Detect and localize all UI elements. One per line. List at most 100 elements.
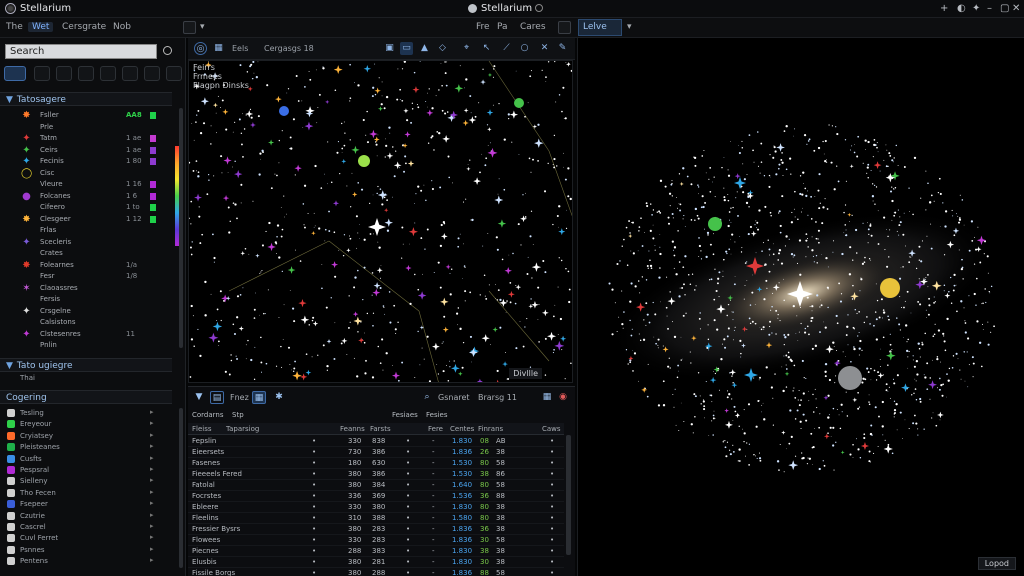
table-row[interactable]: Flowees • 330 283 • -1.836 30 58 • — [188, 535, 564, 546]
list-item[interactable]: Vleure 1 16 — [0, 179, 172, 190]
list-item[interactable]: Fersis — [0, 294, 172, 305]
list-item[interactable]: ✦ Crsgelne — [0, 306, 172, 317]
collapse-icon[interactable]: ▼ — [6, 95, 13, 105]
table-row[interactable]: Focrstes • 336 369 • -1.536 36 88 • — [188, 491, 564, 502]
telescope-icon[interactable]: ⌖ — [460, 42, 473, 55]
table-row[interactable]: Ebleere • 330 380 • -1.830 80 38 • — [188, 502, 564, 513]
list-item[interactable]: Thai — [0, 372, 170, 384]
list-item[interactable]: Cusfts ▸ — [0, 453, 170, 465]
column-header[interactable]: Centes — [450, 425, 474, 433]
list-item[interactable]: Calsistons — [0, 317, 172, 328]
table-row[interactable]: Fieeeels Fered • 380 386 • -1.530 38 86 • — [188, 469, 564, 480]
collapse-icon[interactable]: ▼ — [6, 361, 13, 371]
list-item[interactable]: ✶ Claoassres — [0, 283, 172, 294]
table-row[interactable]: Fleelins • 310 388 • -1.580 80 38 • — [188, 513, 564, 524]
table-row[interactable]: Piecnes • 288 383 • -1.830 38 38 • — [188, 546, 564, 557]
sky-status[interactable]: Divllle — [509, 368, 542, 379]
list-item[interactable]: ● Folcanes 1 6 — [0, 191, 172, 202]
view-tab[interactable]: Lelve — [578, 19, 622, 36]
settings-icon[interactable] — [535, 4, 543, 12]
target-icon[interactable]: ◇ — [436, 42, 449, 55]
measure-icon[interactable]: ⟋ — [500, 42, 513, 55]
color-swatch[interactable] — [150, 204, 156, 211]
galaxy-view[interactable]: Lopod — [577, 38, 1024, 576]
list-item[interactable]: Fesr 1/8 — [0, 271, 172, 282]
chevron-right-icon[interactable]: ▸ — [150, 545, 154, 553]
chevron-right-icon[interactable]: ▸ — [150, 454, 154, 462]
table-row[interactable]: Elusbis • 380 281 • -1.830 30 38 • — [188, 557, 564, 568]
sky-view-button[interactable] — [4, 66, 26, 81]
galaxy-status-button[interactable]: Lopod — [977, 557, 1016, 570]
list-item[interactable]: ✦ Tatm 1 ae — [0, 133, 172, 144]
view-chevron-icon[interactable]: ▾ — [627, 22, 632, 32]
section-coloring[interactable]: Cogering — [0, 390, 172, 404]
landscape-icon[interactable]: ▲ — [418, 42, 431, 55]
sky-view[interactable]: Feirrs Frmees Flagpn Dinsks Divllle — [188, 60, 573, 383]
section-tato-ugiegre[interactable]: ▼ Tato ugiegre — [0, 358, 172, 372]
table-row[interactable]: Fatolal • 380 384 • -1.640 80 58 • — [188, 480, 564, 491]
color-swatch[interactable] — [150, 192, 156, 200]
list-item[interactable]: Tesling ▸ — [0, 407, 170, 419]
color-swatch[interactable] — [7, 488, 15, 497]
menu-fre[interactable]: Fre — [476, 22, 490, 32]
image-button[interactable] — [34, 66, 50, 81]
color-swatch[interactable] — [7, 511, 15, 520]
color-swatch[interactable] — [7, 545, 15, 554]
chevron-right-icon[interactable]: ▸ — [150, 533, 154, 541]
pointer-icon[interactable]: ↖ — [480, 42, 493, 55]
panel-toggle-button[interactable] — [558, 21, 571, 34]
list-item[interactable]: ✦ Scecleris — [0, 237, 172, 248]
list-item[interactable]: Czutrie ▸ — [0, 510, 170, 522]
menu-wet[interactable]: Wet — [28, 22, 54, 32]
minimize-button[interactable]: – — [987, 3, 992, 14]
column-header[interactable]: Caws — [542, 425, 561, 433]
color-swatch[interactable] — [150, 215, 156, 223]
expand-icon[interactable]: ▼ — [192, 391, 206, 404]
color-swatch[interactable] — [7, 454, 15, 463]
menu-nob[interactable]: Nob — [113, 22, 131, 32]
chevron-right-icon[interactable]: ▸ — [150, 442, 154, 450]
list-item[interactable]: ✦ Ceirs 1 ae — [0, 145, 172, 156]
circle-button[interactable] — [78, 66, 94, 81]
list-item[interactable]: Cascrel ▸ — [0, 521, 170, 533]
menu-cares[interactable]: Cares — [520, 22, 546, 32]
shape-button[interactable] — [100, 66, 116, 81]
color-swatch[interactable] — [150, 181, 156, 188]
chevron-right-icon[interactable]: ▸ — [150, 499, 154, 507]
chevron-down-icon[interactable]: ▾ — [200, 22, 205, 32]
color-swatch[interactable] — [150, 158, 156, 165]
table-scrollbar[interactable] — [566, 435, 571, 555]
chevron-right-icon[interactable]: ▸ — [150, 419, 154, 427]
color-swatch[interactable] — [7, 534, 15, 543]
color-swatch[interactable] — [150, 112, 156, 119]
menu-the[interactable]: The — [6, 22, 23, 32]
chevron-right-icon[interactable]: ▸ — [150, 511, 154, 519]
table-search-field[interactable]: Brarsg 11 — [478, 393, 517, 402]
color-swatch[interactable] — [7, 500, 15, 509]
chevron-right-icon[interactable]: ▸ — [150, 522, 154, 530]
coloring-scrollbar[interactable] — [179, 408, 183, 568]
color-swatch[interactable] — [7, 523, 15, 531]
list-item[interactable]: Pespsral ▸ — [0, 464, 170, 476]
list-item[interactable]: ✦ Clstesenres 11 — [0, 329, 172, 340]
list-item[interactable]: Sielleny ▸ — [0, 475, 170, 487]
color-swatch[interactable] — [7, 409, 15, 417]
color-swatch[interactable] — [7, 466, 15, 474]
table-row[interactable]: Fressier Bysrs • 380 283 • -1.836 36 38 • — [188, 524, 564, 535]
location-button[interactable] — [122, 66, 138, 81]
list-item[interactable]: ✸ Fsller AA8 — [0, 110, 172, 121]
screen-icon[interactable]: ▭ — [400, 42, 413, 55]
color-swatch[interactable] — [7, 431, 15, 440]
list-item[interactable]: ✦ Fecinis 1 80 — [0, 156, 172, 167]
column-header[interactable]: Fleiss — [192, 425, 212, 433]
search-icon[interactable] — [163, 46, 172, 55]
list-item[interactable]: Crates — [0, 248, 172, 259]
sidebar-scrollbar[interactable] — [179, 108, 183, 348]
monitor-button[interactable] — [166, 66, 182, 81]
list-item[interactable]: Fsepeer ▸ — [0, 498, 170, 510]
chevron-right-icon[interactable]: ▸ — [150, 488, 154, 496]
column-header[interactable]: Feanns — [340, 425, 365, 433]
list-item[interactable]: ✸ Folearnes 1/a — [0, 260, 172, 271]
list-item[interactable]: ◯ Cisc — [0, 168, 172, 179]
settings-button[interactable] — [144, 66, 160, 81]
